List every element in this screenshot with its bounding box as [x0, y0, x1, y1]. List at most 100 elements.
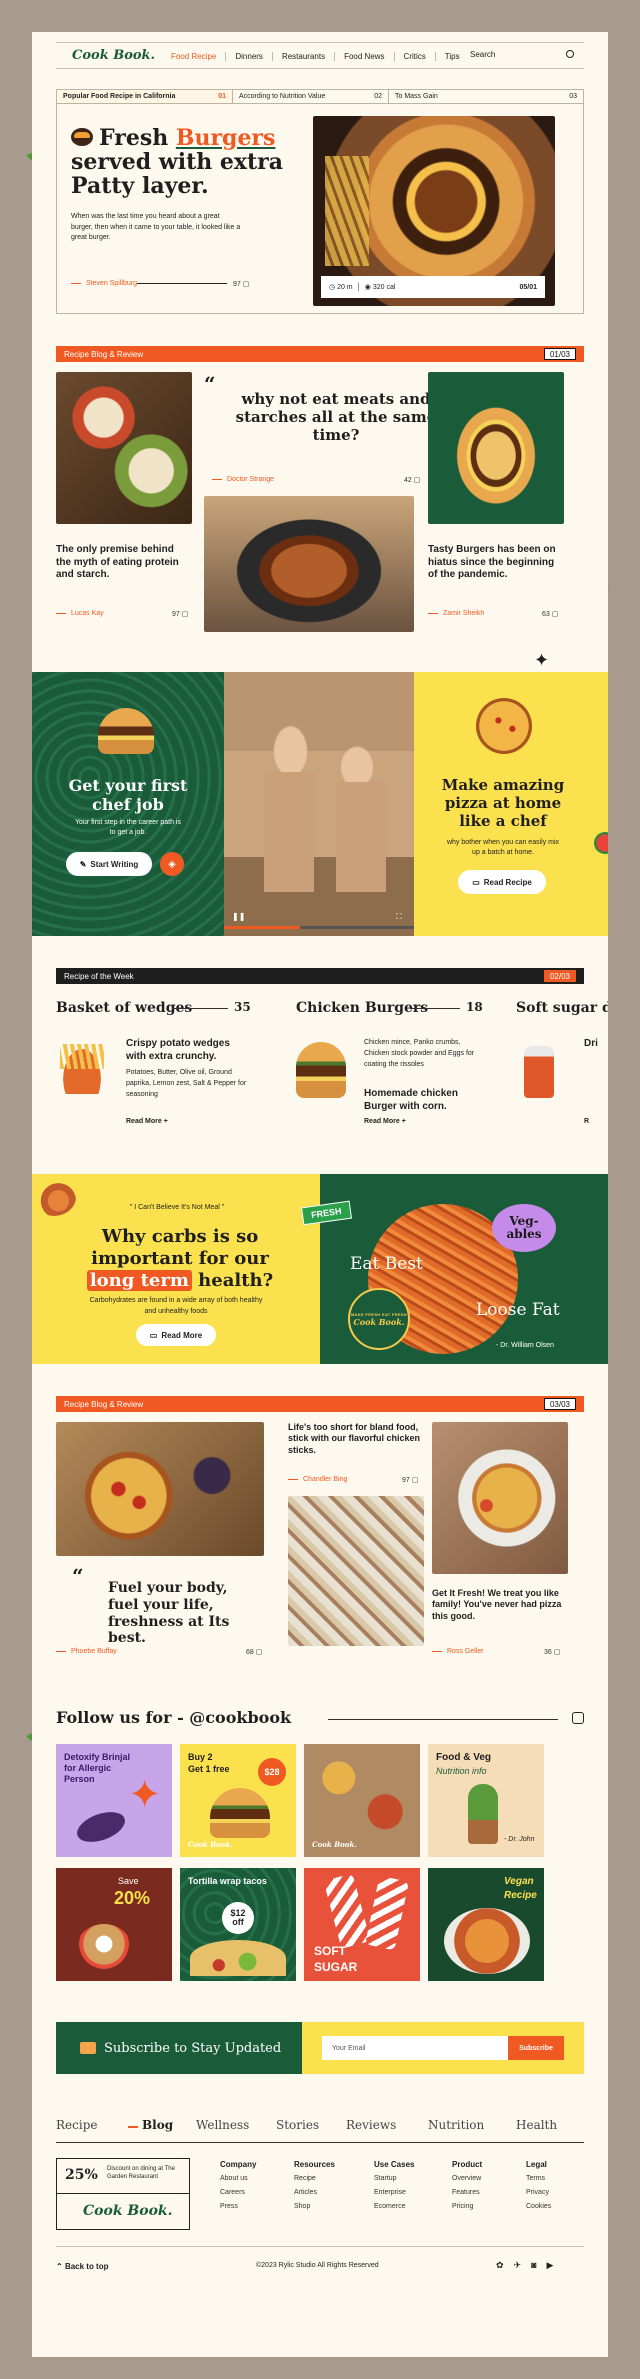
read-more-link[interactable]: R [584, 1118, 589, 1125]
footer-col-legal: Legal Terms Privacy Cookies [526, 2160, 551, 2217]
blog1-right-comments[interactable]: 63 ▢ [542, 610, 558, 618]
video-progress[interactable] [224, 926, 414, 929]
footer-link[interactable]: Overview [452, 2175, 482, 2182]
footer-link[interactable]: Features [452, 2189, 482, 2196]
read-recipe-button[interactable]: ▭ Read Recipe [458, 870, 546, 894]
footer-tab-blog[interactable]: Blog [142, 2118, 173, 2132]
nav-food-news[interactable]: Food News [335, 52, 395, 61]
blog3-mid-author[interactable]: Chandler Bing [288, 1476, 347, 1483]
plus-icon: + [401, 1118, 406, 1125]
footer-link[interactable]: About us [220, 2175, 256, 2182]
logo[interactable]: Cook Book. [72, 48, 155, 63]
nav-food-recipe[interactable]: Food Recipe [162, 52, 227, 61]
blog1-left-title[interactable]: The only premise behind the myth of eati… [56, 544, 186, 582]
blog3-mid-title[interactable]: Life's too short for bland food, stick w… [288, 1422, 422, 1456]
blog3-right-author[interactable]: Ross Geller [432, 1648, 484, 1655]
week-item-1[interactable]: Basket of wedges 35 Crispy potato wedges… [56, 992, 276, 1142]
footer-link[interactable]: Enterprise [374, 2189, 414, 2196]
footer-link[interactable]: Cookies [526, 2203, 551, 2210]
search-icon[interactable] [566, 50, 574, 58]
social-tile-3[interactable]: Cook Book. [304, 1744, 420, 1857]
footer-tab-wellness[interactable]: Wellness [196, 2118, 249, 2132]
carbs-quote: " I Can't Believe It's Not Meal " [129, 1204, 225, 1211]
hero-tab-3[interactable]: To Mass Gain 03 [389, 90, 583, 104]
footer-link[interactable]: Recipe [294, 2175, 335, 2182]
back-to-top-link[interactable]: ⌃ Back to top [56, 2262, 109, 2271]
instagram-icon[interactable]: ◙ [531, 2260, 536, 2271]
subscribe-button[interactable]: Subscribe [508, 2036, 564, 2060]
bar-count[interactable]: 02/03 [543, 970, 576, 982]
footer-link[interactable]: Pricing [452, 2203, 482, 2210]
social-tile-1[interactable]: Detoxify Brinjal for Allergic Person ✦ [56, 1744, 172, 1857]
search-input[interactable]: Search [470, 50, 578, 62]
hero-comments[interactable]: 97 ▢ [233, 280, 249, 288]
social-tile-8[interactable]: Vegan Recipe [428, 1868, 544, 1981]
quote-mark: “ [204, 372, 216, 396]
footer-link[interactable]: Ecomerce [374, 2203, 414, 2210]
footer-link[interactable]: Startup [374, 2175, 414, 2182]
blog1-quote-author[interactable]: Doctor Strange [212, 476, 274, 483]
blog3-mid-comments[interactable]: 97 ▢ [402, 1476, 418, 1484]
social-tile-5[interactable]: Save 20% [56, 1868, 172, 1981]
footer-link[interactable]: Terms [526, 2175, 551, 2182]
hero-tab-2[interactable]: According to Nutrition Value 02 [233, 90, 389, 104]
blog1-quote[interactable]: why not eat meats and starches all at th… [224, 390, 448, 444]
nav-restaurants[interactable]: Restaurants [273, 52, 336, 61]
hero-tab-1[interactable]: Popular Food Recipe in California 01 [57, 90, 233, 104]
hero-image-info: ◷ 20 m │ ◉ 320 cal 05/01 [321, 276, 545, 298]
comment-count: 97 [402, 1477, 410, 1484]
pizza-icon [476, 698, 532, 754]
blog3-quote[interactable]: Fuel your body, fuel your life, freshnes… [108, 1580, 258, 1647]
pizza-title: Make amazing pizza at home like a chef [441, 776, 565, 830]
fullscreen-icon[interactable]: ⛶ [396, 912, 402, 922]
footer-tab-recipe[interactable]: Recipe [56, 2118, 97, 2132]
twitter-icon[interactable]: ✈ [514, 2260, 522, 2271]
footer-tab-reviews[interactable]: Reviews [346, 2118, 396, 2132]
discord-icon[interactable]: ◈ [160, 852, 184, 876]
blog3-right-comments[interactable]: 36 ▢ [544, 1648, 560, 1656]
pause-icon[interactable]: ❚❚ [232, 912, 245, 921]
email-field[interactable]: Your Email [322, 2036, 508, 2060]
hero-title-part: served with extra Patty layer. [71, 149, 284, 200]
social-tile-2[interactable]: Buy 2 Get 1 free $28 Cook Book. [180, 1744, 296, 1857]
blog3-right-title[interactable]: Get It Fresh! We treat you like family! … [432, 1588, 564, 1622]
blog3-quote-comments[interactable]: 68 ▢ [246, 1648, 262, 1656]
footer-tab-stories[interactable]: Stories [276, 2118, 319, 2132]
nav-tips[interactable]: Tips [436, 52, 469, 61]
blog1-right-title[interactable]: Tasty Burgers has been on hiatus since t… [428, 544, 564, 582]
pasta-icon [444, 1908, 530, 1974]
read-more-link[interactable]: Read More + [126, 1118, 168, 1125]
github-icon[interactable]: ✿ [496, 2260, 504, 2271]
footer-link[interactable]: Privacy [526, 2189, 551, 2196]
start-writing-button[interactable]: ✎ Start Writing [66, 852, 152, 876]
bar-count[interactable]: 01/03 [543, 348, 576, 360]
bar-count[interactable]: 03/03 [543, 1398, 576, 1410]
footer-link[interactable]: Articles [294, 2189, 335, 2196]
hero-author[interactable]: Steven Spillburg [71, 280, 137, 287]
read-more-link[interactable]: Read More + [364, 1118, 406, 1125]
social-tile-4[interactable]: Food & Veg Nutrition info - Dr. John [428, 1744, 544, 1857]
week-item-2[interactable]: Chicken Burgers 18 Chicken mince, Panko … [296, 992, 496, 1142]
nav-dinners[interactable]: Dinners [226, 52, 273, 61]
footer-tab-nutrition[interactable]: Nutrition [428, 2118, 484, 2132]
blog-bar-3: Recipe Blog & Review 03/03 [56, 1396, 584, 1412]
discount-card[interactable]: 25% Discount on dining at The Garden Res… [56, 2158, 190, 2230]
blog3-quote-author[interactable]: Phoebe Buffay [56, 1648, 117, 1655]
social-tile-7[interactable]: SOFT SUGAR [304, 1868, 420, 1981]
blog1-left-comments[interactable]: 97 ▢ [172, 610, 188, 618]
carbs-read-more-button[interactable]: ▭ Read More [136, 1324, 216, 1346]
blog1-right-author[interactable]: Zamir Sheikh [428, 610, 484, 617]
footer-link[interactable]: Shop [294, 2203, 335, 2210]
blog1-quote-comments[interactable]: 42 ▢ [404, 476, 420, 484]
blog1-left-author[interactable]: Lucas Kay [56, 610, 104, 617]
youtube-icon[interactable]: ▶ [547, 2260, 554, 2271]
chef-video[interactable]: ❚❚ ⛶ [224, 672, 414, 936]
social-tile-6[interactable]: Tortilla wrap tacos $12 off [180, 1868, 296, 1981]
footer-link[interactable]: Careers [220, 2189, 256, 2196]
instagram-icon[interactable] [572, 1712, 584, 1724]
footer-link[interactable]: Press [220, 2203, 256, 2210]
nav-critics[interactable]: Critics [395, 52, 436, 61]
week-item-3[interactable]: Soft sugar dr Dri R [516, 992, 608, 1142]
footer-tab-health[interactable]: Health [516, 2118, 557, 2132]
slide-index[interactable]: 05/01 [519, 284, 537, 291]
